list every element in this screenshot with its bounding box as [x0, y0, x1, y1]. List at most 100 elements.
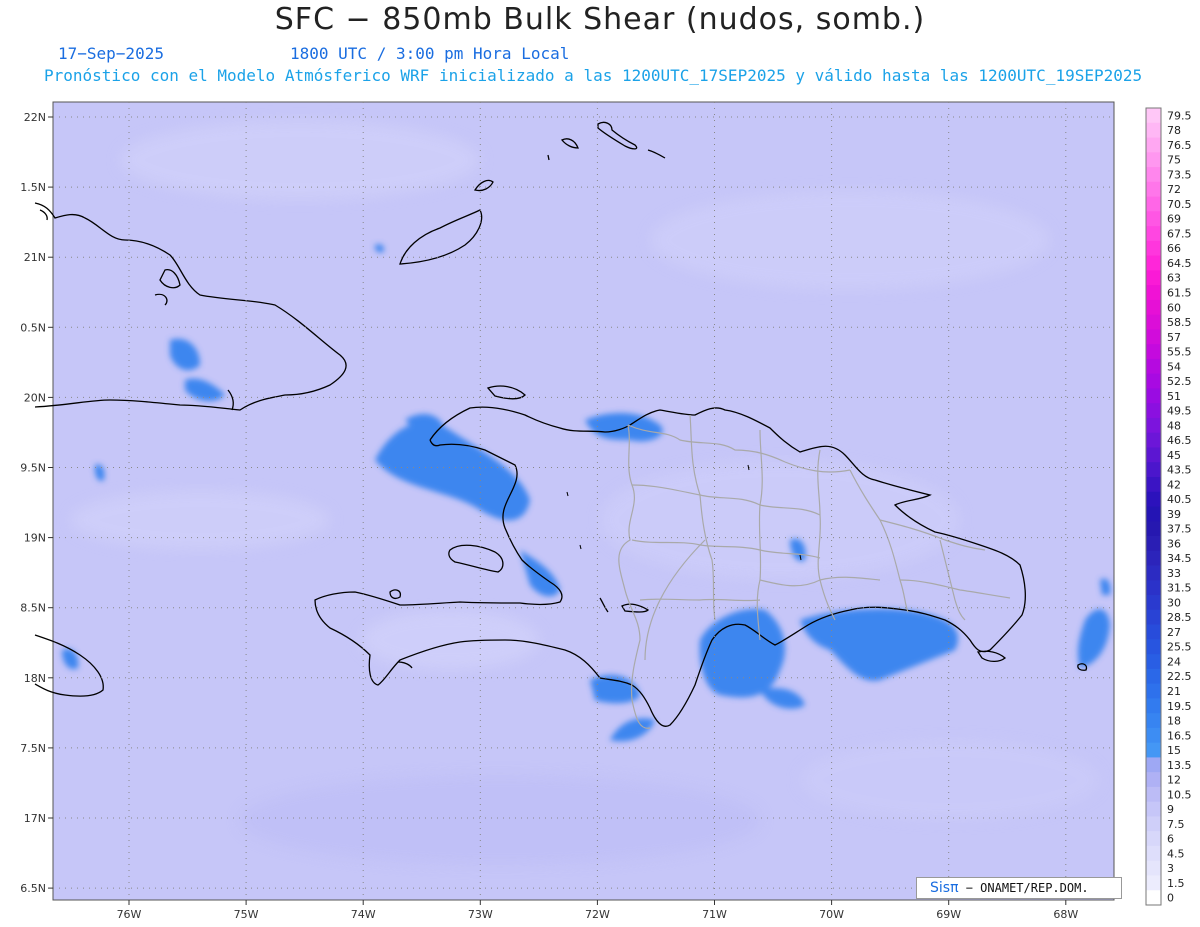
colorbar-label: 57: [1167, 331, 1181, 344]
colorbar-label: 72: [1167, 183, 1181, 196]
colorbar-swatch: [1146, 152, 1161, 168]
colorbar-label: 18: [1167, 715, 1181, 728]
credit-text: − ONAMET/REP.DOM.: [958, 881, 1089, 895]
colorbar-label: 24: [1167, 656, 1181, 669]
colorbar-label: 3: [1167, 862, 1174, 875]
lat-tick-label: 20N: [24, 391, 46, 404]
colorbar-swatch: [1146, 122, 1161, 138]
colorbar-label: 78: [1167, 124, 1181, 137]
colorbar-label: 75: [1167, 154, 1181, 167]
colorbar-swatch: [1146, 875, 1161, 891]
colorbar-label: 55.5: [1167, 346, 1192, 359]
colorbar-swatch: [1146, 624, 1161, 640]
colorbar-label: 16.5: [1167, 729, 1192, 742]
lat-tick-label: 9.5N: [20, 462, 46, 475]
colorbar-swatch: [1146, 757, 1161, 773]
colorbar-swatch: [1146, 742, 1161, 758]
colorbar-label: 42: [1167, 478, 1181, 491]
colorbar-label: 76.5: [1167, 139, 1192, 152]
colorbar-label: 15: [1167, 744, 1181, 757]
colorbar-label: 13.5: [1167, 759, 1192, 772]
credit-box: Sisπ − ONAMET/REP.DOM.: [916, 877, 1122, 899]
lat-tick-label: 18N: [24, 672, 46, 685]
lon-tick-label: 73W: [468, 908, 493, 921]
colorbar-label: 48: [1167, 419, 1181, 432]
colorbar-label: 36: [1167, 537, 1181, 550]
colorbar-label: 58.5: [1167, 316, 1192, 329]
colorbar-label: 34.5: [1167, 552, 1192, 565]
colorbar-swatch: [1146, 536, 1161, 552]
lon-tick-label: 72W: [585, 908, 610, 921]
colorbar-label: 37.5: [1167, 523, 1192, 536]
lon-tick-label: 75W: [234, 908, 259, 921]
colorbar-swatch: [1146, 329, 1161, 345]
colorbar-label: 1.5: [1167, 877, 1185, 890]
colorbar-label: 28.5: [1167, 611, 1192, 624]
colorbar-swatch: [1146, 521, 1161, 537]
colorbar-label: 64.5: [1167, 257, 1192, 270]
colorbar-label: 6: [1167, 833, 1174, 846]
colorbar-swatch: [1146, 476, 1161, 493]
colorbar-swatch: [1146, 196, 1161, 212]
colorbar-swatch: [1146, 358, 1161, 375]
colorbar-label: 51: [1167, 390, 1181, 403]
colorbar-swatch: [1146, 491, 1161, 507]
colorbar-swatch: [1146, 786, 1161, 803]
colorbar: 79.57876.57573.57270.56967.56664.56361.5…: [1145, 107, 1192, 906]
colorbar-label: 10.5: [1167, 788, 1192, 801]
lon-tick-label: 69W: [936, 908, 961, 921]
colorbar-label: 67.5: [1167, 228, 1192, 241]
colorbar-swatch: [1146, 181, 1161, 197]
colorbar-swatch: [1146, 388, 1161, 404]
credit-brand: Sisπ: [930, 880, 959, 896]
colorbar-label: 63: [1167, 272, 1181, 285]
colorbar-label: 27: [1167, 626, 1181, 639]
colorbar-swatch: [1146, 565, 1161, 581]
colorbar-label: 31.5: [1167, 582, 1192, 595]
colorbar-swatch: [1146, 580, 1161, 596]
colorbar-swatch: [1146, 108, 1161, 124]
colorbar-label: 49.5: [1167, 405, 1192, 418]
colorbar-label: 30: [1167, 596, 1181, 609]
colorbar-label: 43.5: [1167, 464, 1192, 477]
colorbar-label: 9: [1167, 803, 1174, 816]
latitude-labels: 22N 1.5N 21N 0.5N 20N 9.5N 19N 8.5N 18N 7.5N 17N 6.…: [20, 111, 53, 895]
colorbar-label: 7.5: [1167, 818, 1185, 831]
colorbar-swatch: [1146, 137, 1161, 153]
colorbar-label: 45: [1167, 449, 1181, 462]
lat-tick-label: 19N: [24, 532, 46, 545]
lat-tick-label: 0.5N: [20, 321, 46, 334]
colorbar-swatch: [1146, 683, 1161, 699]
colorbar-swatch: [1146, 344, 1161, 360]
colorbar-swatch: [1146, 373, 1161, 389]
colorbar-label: 66: [1167, 242, 1181, 255]
lat-tick-label: 21N: [24, 251, 46, 264]
colorbar-swatch: [1146, 417, 1161, 434]
colorbar-swatch: [1146, 550, 1161, 566]
colorbar-label: 54: [1167, 360, 1181, 373]
colorbar-swatch: [1146, 462, 1161, 478]
colorbar-swatch: [1146, 255, 1161, 271]
colorbar-swatch: [1146, 609, 1161, 625]
colorbar-swatch: [1146, 727, 1161, 744]
colorbar-swatch: [1146, 167, 1161, 183]
colorbar-swatch: [1146, 772, 1161, 788]
colorbar-label: 0: [1167, 892, 1174, 905]
colorbar-label: 33: [1167, 567, 1181, 580]
lon-tick-label: 71W: [702, 908, 727, 921]
colorbar-label: 52.5: [1167, 375, 1192, 388]
lon-tick-label: 70W: [819, 908, 844, 921]
colorbar-swatch: [1146, 713, 1161, 729]
lat-tick-label: 17N: [24, 812, 46, 825]
colorbar-swatch: [1146, 270, 1161, 286]
colorbar-swatch: [1146, 890, 1161, 906]
colorbar-label: 73.5: [1167, 168, 1192, 181]
lat-tick-label: 6.5N: [20, 882, 46, 895]
lat-tick-label: 8.5N: [20, 602, 46, 615]
lat-tick-label: 1.5N: [20, 181, 46, 194]
colorbar-label: 22.5: [1167, 670, 1192, 683]
colorbar-swatch: [1146, 432, 1161, 448]
colorbar-swatch: [1146, 299, 1161, 316]
colorbar-swatch: [1146, 595, 1161, 611]
colorbar-label: 19.5: [1167, 700, 1192, 713]
